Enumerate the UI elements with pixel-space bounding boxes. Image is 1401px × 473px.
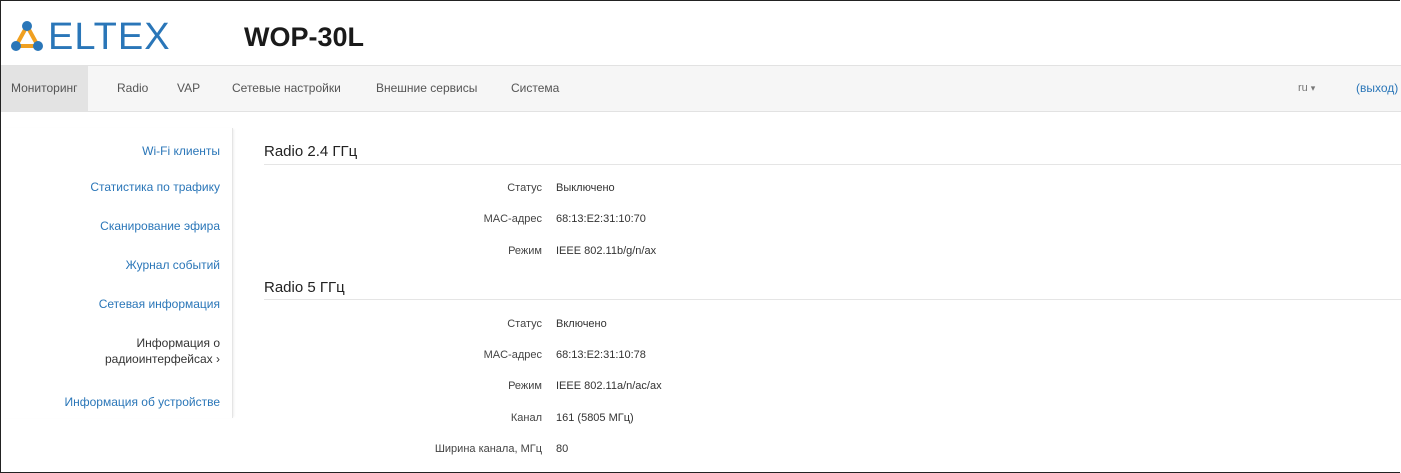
nav-vap[interactable]: VAP: [169, 66, 208, 111]
sidebar-item-wifi-clients[interactable]: Wi-Fi клиенты: [142, 143, 220, 159]
sidebar-item-air-scan[interactable]: Сканирование эфира: [100, 218, 220, 234]
sidebar-item-radio-info-line1: Информация о: [136, 336, 220, 350]
nav-monitoring[interactable]: Мониторинг: [1, 66, 88, 111]
device-model-title: WOP-30L: [244, 22, 365, 52]
logout-link[interactable]: (выход): [1356, 66, 1398, 111]
radio5-section-title: Radio 5 ГГц: [264, 279, 345, 296]
radio5-mode-label: Режим: [508, 380, 542, 392]
radio24-mode-value: IEEE 802.11b/g/n/ax: [556, 245, 657, 257]
sidebar-item-traffic-stats[interactable]: Статистика по трафику: [90, 179, 220, 195]
radio24-divider: [264, 164, 1401, 165]
sidebar-item-radio-info-line2: радиоинтерфейсах ›: [104, 352, 220, 366]
sidebar-item-device-info[interactable]: Информация об устройстве: [64, 394, 220, 410]
radio5-mac-value: 68:13:E2:31:10:78: [556, 349, 646, 361]
radio5-mac-label: MAC-адрес: [483, 349, 542, 361]
sidebar-item-network-info[interactable]: Сетевая информация: [99, 296, 220, 312]
radio5-channel-width-value: 80: [556, 443, 569, 455]
nav-external-services[interactable]: Внешние сервисы: [368, 66, 485, 111]
header: ELTEX WOP-30L: [1, 1, 1401, 65]
radio5-status-value: Включено: [556, 318, 607, 330]
logo-text: ELTEX: [48, 16, 171, 58]
nav-network-settings[interactable]: Сетевые настройки: [224, 66, 349, 111]
radio24-section-title: Radio 2.4 ГГц: [264, 143, 358, 160]
sidebar-item-radio-info[interactable]: Информация о радиоинтерфейсах ›: [105, 335, 220, 367]
caret-down-icon: ▾: [1310, 83, 1316, 93]
radio5-divider: [264, 299, 1401, 300]
language-label: ru: [1298, 82, 1308, 94]
radio5-status-label: Статус: [507, 318, 542, 330]
radio24-mac-label: MAC-адрес: [483, 213, 542, 225]
radio5-mode-value: IEEE 802.11a/n/ac/ax: [556, 380, 662, 392]
radio24-mode-label: Режим: [508, 245, 542, 257]
eltex-logo-icon: [11, 21, 43, 51]
sidebar-item-event-log[interactable]: Журнал событий: [126, 257, 220, 273]
nav-system[interactable]: Система: [503, 66, 567, 111]
radio24-status-value: Выключено: [556, 182, 615, 194]
radio24-status-label: Статус: [507, 182, 542, 194]
radio24-mac-value: 68:13:E2:31:10:70: [556, 213, 646, 225]
nav-radio[interactable]: Radio: [109, 66, 156, 111]
language-dropdown[interactable]: ru ▾: [1298, 66, 1315, 111]
eltex-logo: ELTEX: [10, 17, 171, 57]
main-navbar: Мониторинг Radio VAP Сетевые настройки В…: [1, 65, 1401, 112]
radio5-channel-label: Канал: [510, 412, 542, 424]
radio5-channel-value: 161 (5805 МГц): [556, 412, 634, 424]
radio5-channel-width-label: Ширина канала, МГц: [434, 443, 542, 455]
sidebar: Wi-Fi клиенты Статистика по трафику Скан…: [1, 128, 233, 418]
